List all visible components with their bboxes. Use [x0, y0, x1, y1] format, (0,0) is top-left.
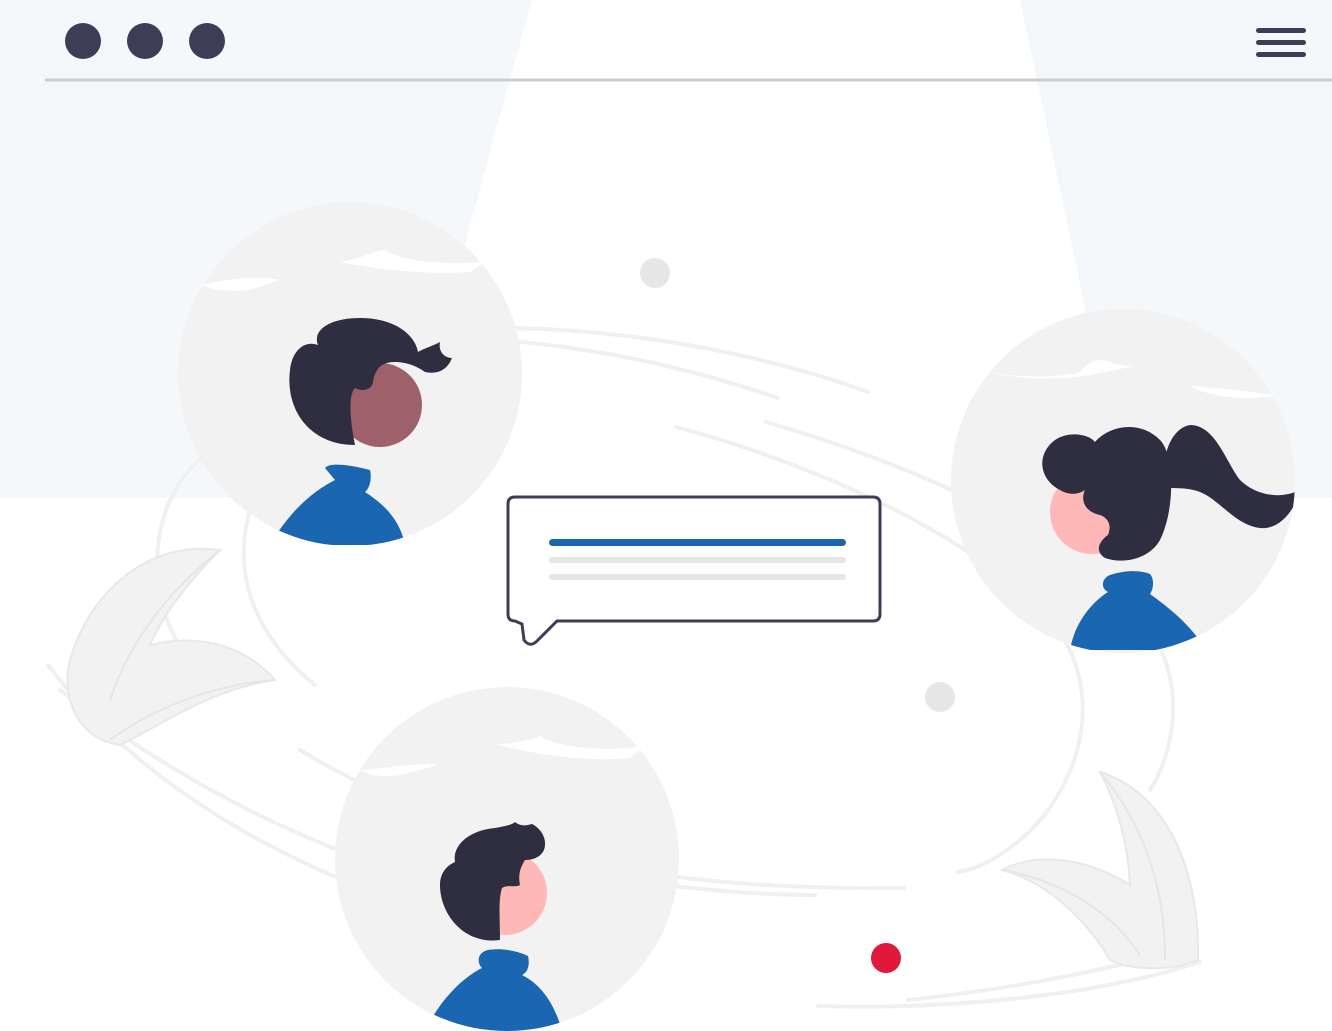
scene-svg [0, 0, 1332, 1031]
leaf-icon [66, 547, 277, 747]
gray-dot-icon [925, 682, 955, 712]
gray-dot-icon [640, 258, 670, 288]
avatar-man-dark-skin[interactable] [178, 202, 522, 546]
red-dot-icon [871, 943, 901, 973]
avatar-man-light-skin[interactable] [335, 687, 679, 1031]
illustration-canvas [0, 0, 1332, 1031]
leaf-icon [999, 770, 1200, 970]
hamburger-menu-icon[interactable] [1256, 28, 1306, 57]
window-dot-icon[interactable] [65, 23, 101, 59]
message-line [549, 557, 846, 563]
speech-bubble-icon[interactable] [506, 495, 882, 646]
message-line [549, 574, 846, 580]
window-dot-icon[interactable] [127, 23, 163, 59]
message-line-primary [549, 539, 846, 546]
window-dot-icon[interactable] [189, 23, 225, 59]
